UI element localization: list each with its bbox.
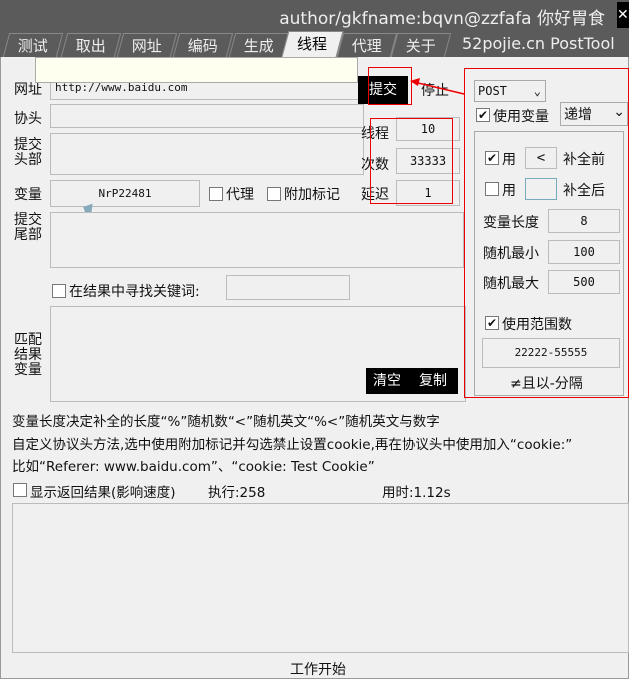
header-label: 协头 <box>14 111 42 127</box>
mode-value: 递增 <box>564 107 592 123</box>
tab-4[interactable]: 生成 <box>228 33 290 57</box>
rand-max-input[interactable]: 500 <box>548 270 620 294</box>
use-range-label: 使用范围数 <box>502 317 572 333</box>
tab-label: 取出 <box>75 37 106 55</box>
tab-2[interactable]: 网址 <box>116 33 178 57</box>
search-keyword-checkbox[interactable] <box>52 284 66 298</box>
var-len-input[interactable]: 8 <box>548 209 620 233</box>
mode-select[interactable]: 递增 ⌄ <box>560 102 628 126</box>
tab-7[interactable]: 关于 <box>390 33 452 57</box>
tab-label: 编码 <box>187 37 218 55</box>
pad-back-input[interactable] <box>525 178 557 200</box>
submit-header-label: 提交 头部 <box>14 137 42 168</box>
tab-label: 关于 <box>405 37 436 55</box>
tab-label: 代理 <box>351 37 382 55</box>
match-label: 匹配 结果 变量 <box>14 332 42 378</box>
use1-label: 用 <box>502 152 516 168</box>
pad-front-input[interactable]: < <box>525 147 557 169</box>
pad-back-checkbox[interactable] <box>485 182 499 196</box>
tab-label: 测试 <box>17 37 48 55</box>
proxy-label: 代理 <box>226 187 254 203</box>
use2-label: 用 <box>502 183 516 199</box>
annotation-box <box>370 118 453 204</box>
tail-input[interactable] <box>50 212 464 268</box>
elapsed-time: 用时:1.12s <box>382 485 451 501</box>
clear-button[interactable]: 清空 <box>366 368 408 394</box>
submit-header-input[interactable] <box>50 133 364 175</box>
help-line-2: 自定义协议头方法,选中使用附加标记并勾选禁止设置cookie,再在协议头中使用加… <box>12 437 573 453</box>
tab-6[interactable]: 代理 <box>336 33 398 57</box>
help-line-1: 变量长度决定补全的长度“%”随机数“<”随机英文“%<”随机英文与数字 <box>12 414 440 430</box>
exec-count: 执行:258 <box>208 485 266 501</box>
brand-text: 52pojie.cn PostTool <box>462 34 615 53</box>
method-value: POST <box>478 84 507 98</box>
rand-max-label: 随机最大 <box>483 276 539 292</box>
result-output[interactable] <box>12 503 629 653</box>
var-len-label: 变量长度 <box>483 215 539 231</box>
window-title: author/gkfname:bqvn@zzfafa 你好胃食 <box>279 9 605 29</box>
tab-1[interactable]: 取出 <box>60 33 122 57</box>
tab-0[interactable]: 测试 <box>2 33 64 57</box>
tab-label: 线程 <box>297 35 328 53</box>
rand-min-input[interactable]: 100 <box>548 240 620 264</box>
extra-mark-label: 附加标记 <box>284 187 340 203</box>
show-result-checkbox[interactable] <box>13 483 27 497</box>
close-button[interactable]: ✕ <box>617 2 629 28</box>
tab-5[interactable]: 线程 <box>281 31 344 57</box>
start-status: 工作开始 <box>290 662 346 678</box>
search-keyword-label: 在结果中寻找关键词: <box>69 284 200 300</box>
range-input[interactable]: 22222-55555 <box>482 338 620 368</box>
use-var-label: 使用变量 <box>493 109 549 125</box>
keyword-input[interactable] <box>226 275 350 300</box>
tab-label: 网址 <box>131 37 162 55</box>
method-select[interactable]: POST ⌄ <box>474 80 546 102</box>
range-hint: ≠且以-分隔 <box>510 376 583 392</box>
tab-label: 生成 <box>243 37 274 55</box>
use-var-checkbox[interactable]: ✔ <box>476 108 490 122</box>
tooltip <box>35 57 358 83</box>
pad-back-label: 补全后 <box>563 183 605 199</box>
proxy-checkbox[interactable] <box>209 187 223 201</box>
header-input[interactable] <box>50 104 364 128</box>
show-result-label: 显示返回结果(影响速度) <box>30 485 176 501</box>
use-range-checkbox[interactable]: ✔ <box>485 316 499 330</box>
rand-min-label: 随机最小 <box>483 246 539 262</box>
pad-front-label: 补全前 <box>563 152 605 168</box>
var-label: 变量 <box>14 187 42 203</box>
tail-label: 提交 尾部 <box>14 212 42 243</box>
var-input[interactable]: NrP22481 <box>50 180 200 207</box>
extra-mark-checkbox[interactable] <box>267 187 281 201</box>
help-line-3: 比如“Referer: www.baidu.com”、“cookie: Test… <box>12 459 375 475</box>
tab-3[interactable]: 编码 <box>172 33 234 57</box>
copy-button[interactable]: 复制 <box>408 368 458 394</box>
pad-front-checkbox[interactable]: ✔ <box>485 151 499 165</box>
annotation-arrow-icon <box>410 78 465 95</box>
annotation-box <box>368 67 412 105</box>
